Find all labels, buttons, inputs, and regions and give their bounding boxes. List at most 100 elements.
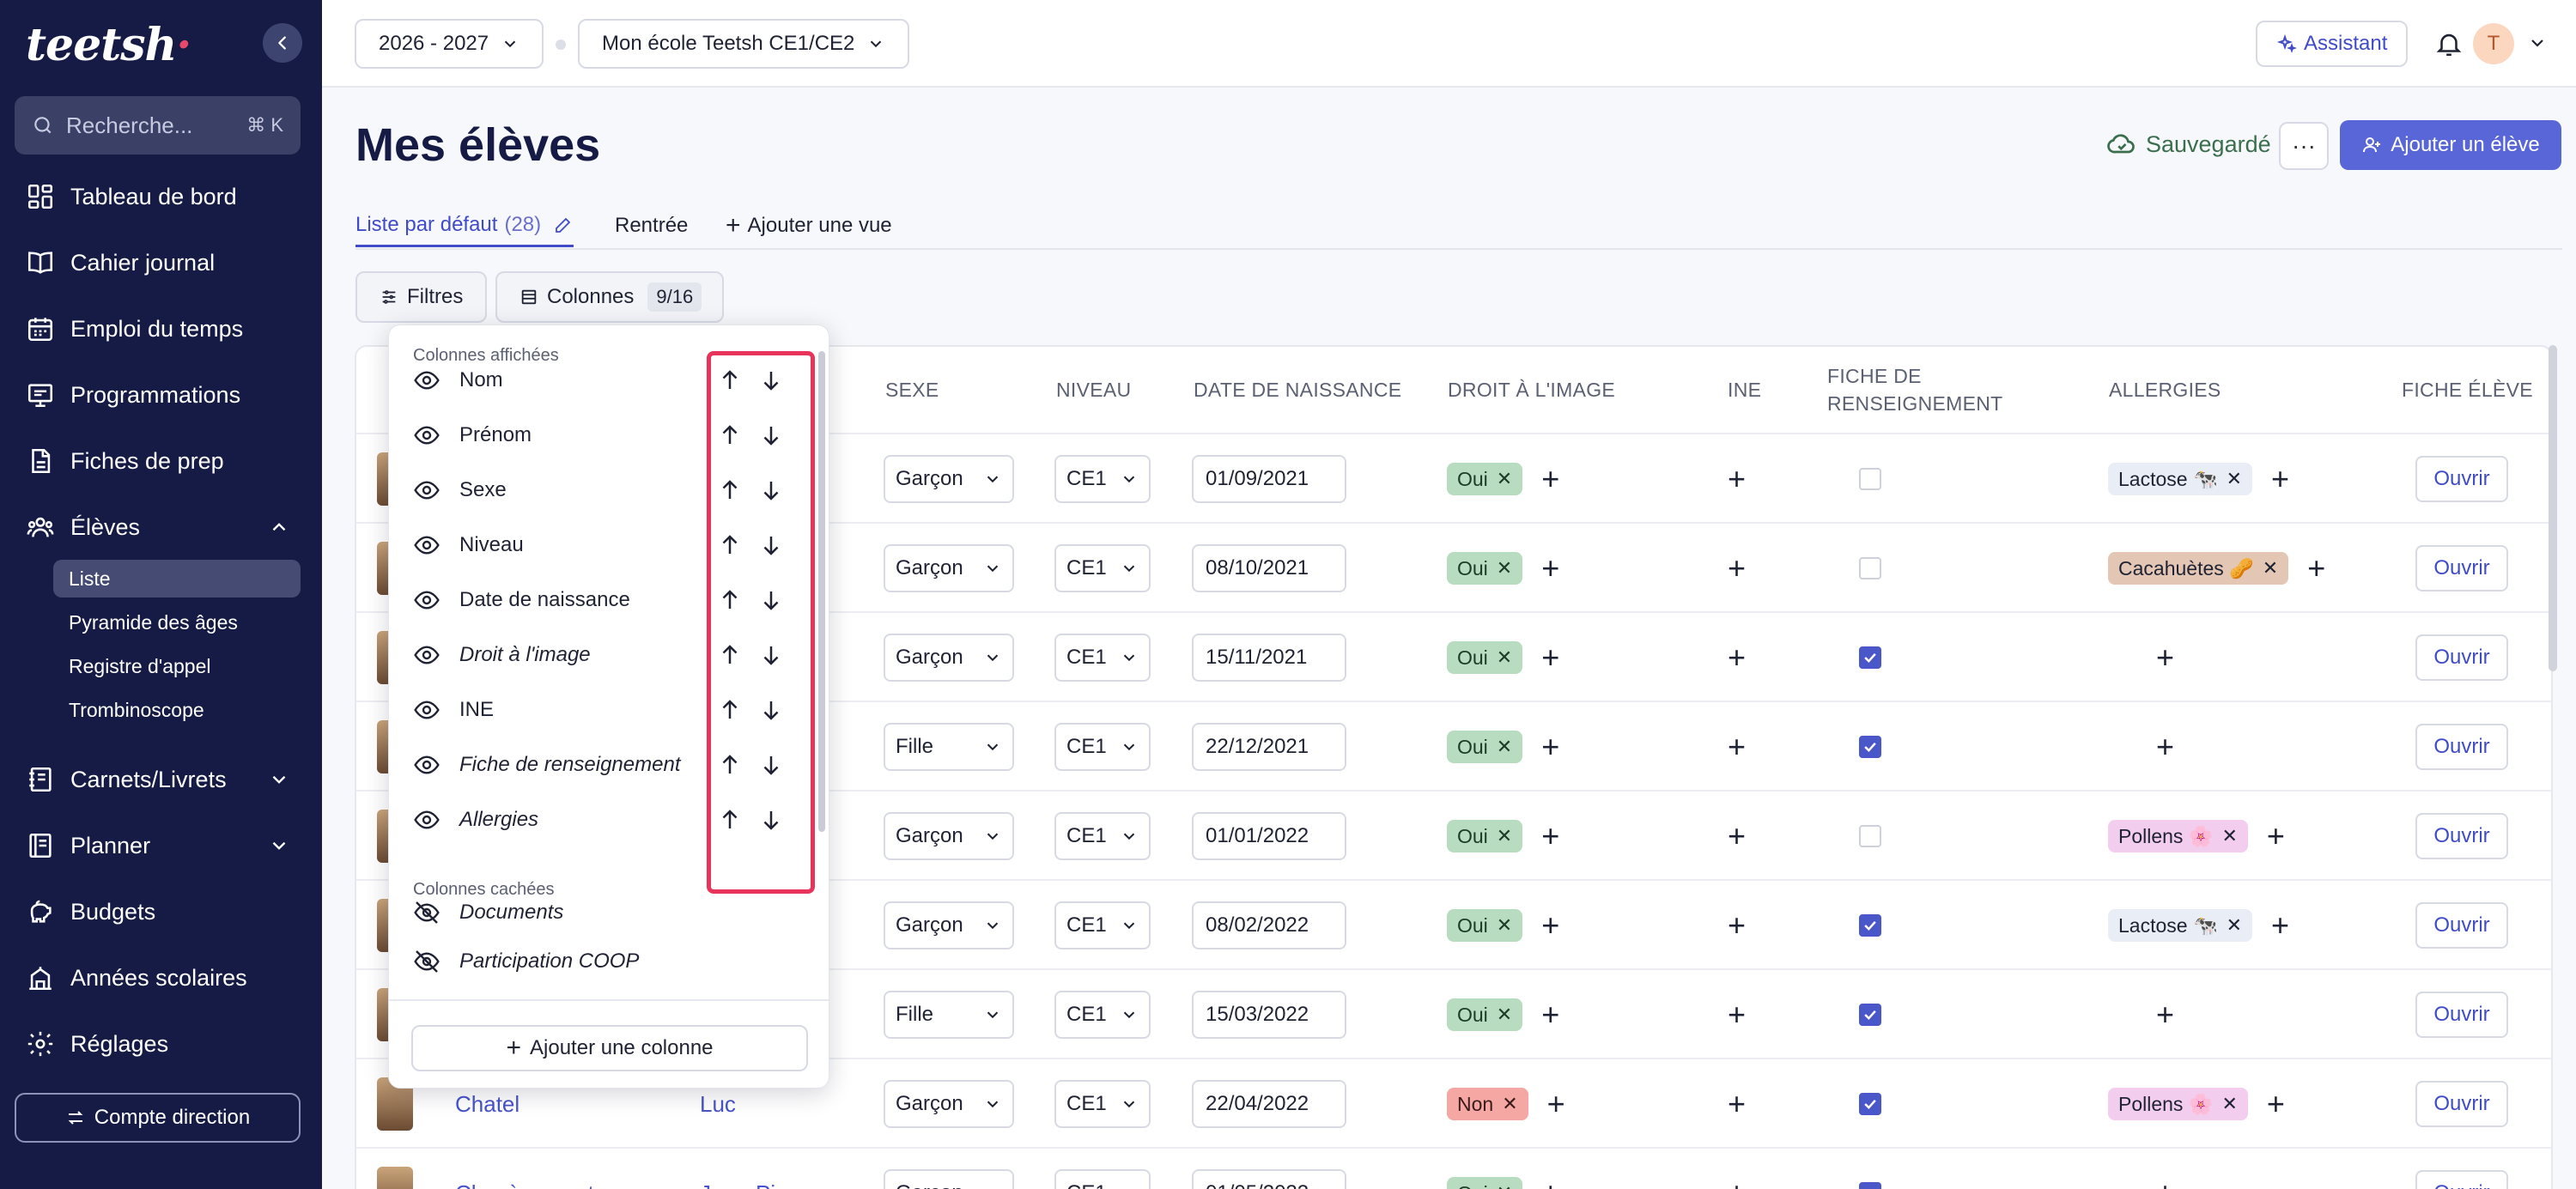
- add-allergy-icon[interactable]: +: [2156, 999, 2174, 1030]
- sidebar-item-fiches-de-prep[interactable]: Fiches de prep: [26, 440, 301, 482]
- birthdate-input[interactable]: 22/04/2022: [1192, 1080, 1346, 1128]
- header-allergies[interactable]: ALLERGIES: [2109, 347, 2221, 433]
- header-sexe[interactable]: SEXE: [885, 347, 939, 433]
- birthdate-input[interactable]: 01/09/2021: [1192, 455, 1346, 503]
- add-ine-icon[interactable]: +: [1728, 1089, 1746, 1119]
- open-student-button[interactable]: Ouvrir: [2415, 1170, 2508, 1189]
- school-select[interactable]: Mon école Teetsh CE1/CE2: [578, 19, 910, 69]
- allergy-chip[interactable]: Pollens 🌸 ✕: [2108, 1088, 2248, 1120]
- add-column-button[interactable]: + Ajouter une colonne: [411, 1025, 808, 1071]
- niveau-select[interactable]: CE1: [1054, 812, 1151, 860]
- remove-icon[interactable]: ✕: [2221, 1093, 2237, 1115]
- niveau-select[interactable]: CE1: [1054, 723, 1151, 771]
- table-scrollbar[interactable]: [2549, 345, 2557, 671]
- open-student-button[interactable]: Ouvrir: [2415, 456, 2508, 502]
- remove-icon[interactable]: ✕: [2227, 914, 2242, 937]
- add-ine-icon[interactable]: +: [1728, 731, 1746, 762]
- birthdate-input[interactable]: 01/01/2022: [1192, 812, 1346, 860]
- remove-icon[interactable]: ✕: [2221, 825, 2237, 847]
- add-image-right-icon[interactable]: +: [1541, 731, 1559, 762]
- remove-icon[interactable]: ✕: [1497, 1182, 1512, 1189]
- sexe-select[interactable]: Garçon: [884, 1169, 1014, 1189]
- sexe-select[interactable]: Garçon: [884, 544, 1014, 592]
- birthdate-input[interactable]: 08/02/2022: [1192, 901, 1346, 949]
- sexe-select[interactable]: Garçon: [884, 812, 1014, 860]
- add-allergy-icon[interactable]: +: [2156, 642, 2174, 673]
- remove-icon[interactable]: ✕: [1497, 468, 1512, 490]
- add-image-right-icon[interactable]: +: [1541, 553, 1559, 584]
- fiche-checkbox[interactable]: [1859, 557, 1881, 579]
- niveau-select[interactable]: CE1: [1054, 1169, 1151, 1189]
- sidebar-item-carnets-livrets[interactable]: Carnets/Livrets: [26, 759, 301, 800]
- add-image-right-icon[interactable]: +: [1541, 1178, 1559, 1189]
- sidebar-item-eleves[interactable]: Élèves: [26, 507, 301, 548]
- chevron-down-icon[interactable]: [2527, 33, 2548, 53]
- open-student-button[interactable]: Ouvrir: [2415, 902, 2508, 949]
- columns-button[interactable]: Colonnes 9/16: [495, 271, 725, 323]
- remove-icon[interactable]: ✕: [2263, 557, 2278, 579]
- open-student-button[interactable]: Ouvrir: [2415, 724, 2508, 770]
- allergy-chip[interactable]: Lactose 🐄 ✕: [2108, 909, 2253, 942]
- hidden-column-documents[interactable]: Documents: [413, 895, 791, 930]
- niveau-select[interactable]: CE1: [1054, 991, 1151, 1039]
- remove-icon[interactable]: ✕: [2227, 468, 2242, 490]
- student-first-name[interactable]: Luc: [700, 1091, 736, 1118]
- sidebar-item-annees-scolaires[interactable]: Années scolaires: [26, 957, 301, 998]
- image-rights-chip[interactable]: Oui ✕: [1447, 909, 1523, 942]
- pencil-icon[interactable]: [553, 215, 574, 235]
- fiche-checkbox[interactable]: [1859, 646, 1881, 669]
- hidden-column-participation-coop[interactable]: Participation COOP: [413, 944, 791, 979]
- sidebar-subitem-pyramide[interactable]: Pyramide des âges: [53, 604, 301, 641]
- birthdate-input[interactable]: 22/12/2021: [1192, 723, 1346, 771]
- eye-icon[interactable]: [413, 531, 440, 559]
- open-student-button[interactable]: Ouvrir: [2415, 992, 2508, 1038]
- allergy-chip[interactable]: Cacahuètes 🥜 ✕: [2108, 552, 2289, 585]
- assistant-button[interactable]: Assistant: [2256, 21, 2409, 67]
- sidebar-item-tableau-de-bord[interactable]: Tableau de bord: [26, 176, 301, 217]
- add-allergy-icon[interactable]: +: [2267, 821, 2285, 852]
- fiche-checkbox[interactable]: [1859, 1004, 1881, 1026]
- sidebar-subitem-liste[interactable]: Liste: [53, 560, 301, 598]
- avatar[interactable]: T: [2473, 23, 2514, 64]
- student-first-name[interactable]: Jean-Pierre: [700, 1180, 815, 1189]
- image-rights-chip[interactable]: Oui ✕: [1447, 641, 1523, 674]
- tab-add-view[interactable]: + Ajouter une vue: [726, 204, 892, 247]
- header-fiche-eleve[interactable]: FICHE ÉLÈVE: [2402, 347, 2533, 433]
- image-rights-chip[interactable]: Oui ✕: [1447, 463, 1523, 495]
- image-rights-chip[interactable]: Oui ✕: [1447, 731, 1523, 763]
- remove-icon[interactable]: ✕: [1497, 557, 1512, 579]
- add-ine-icon[interactable]: +: [1728, 910, 1746, 941]
- allergy-chip[interactable]: Pollens 🌸 ✕: [2108, 820, 2248, 852]
- open-student-button[interactable]: Ouvrir: [2415, 813, 2508, 859]
- add-ine-icon[interactable]: +: [1728, 553, 1746, 584]
- eye-icon[interactable]: [413, 751, 440, 779]
- eye-off-icon[interactable]: [413, 948, 440, 975]
- niveau-select[interactable]: CE1: [1054, 634, 1151, 682]
- header-fiche-renseignement[interactable]: FICHE DE RENSEIGNEMENT: [1827, 347, 2003, 433]
- popover-scrollbar[interactable]: [818, 351, 825, 832]
- add-ine-icon[interactable]: +: [1728, 464, 1746, 494]
- niveau-select[interactable]: CE1: [1054, 901, 1151, 949]
- image-rights-chip[interactable]: Oui ✕: [1447, 552, 1523, 585]
- tab-rentree[interactable]: Rentrée: [615, 204, 688, 247]
- add-allergy-icon[interactable]: +: [2267, 1089, 2285, 1119]
- niveau-select[interactable]: CE1: [1054, 1080, 1151, 1128]
- open-student-button[interactable]: Ouvrir: [2415, 634, 2508, 681]
- open-student-button[interactable]: Ouvrir: [2415, 1081, 2508, 1127]
- fiche-checkbox[interactable]: [1859, 825, 1881, 847]
- fiche-checkbox[interactable]: [1859, 468, 1881, 490]
- add-allergy-icon[interactable]: +: [2156, 1178, 2174, 1189]
- add-allergy-icon[interactable]: +: [2307, 553, 2325, 584]
- add-image-right-icon[interactable]: +: [1547, 1089, 1565, 1119]
- add-image-right-icon[interactable]: +: [1541, 464, 1559, 494]
- eye-off-icon[interactable]: [413, 899, 440, 926]
- sidebar-subitem-registre[interactable]: Registre d'appel: [53, 647, 301, 685]
- add-image-right-icon[interactable]: +: [1541, 910, 1559, 941]
- birthdate-input[interactable]: 01/05/2022: [1192, 1169, 1346, 1189]
- birthdate-input[interactable]: 08/10/2021: [1192, 544, 1346, 592]
- remove-icon[interactable]: ✕: [1497, 914, 1512, 937]
- remove-icon[interactable]: ✕: [1497, 1004, 1512, 1026]
- sidebar-item-budgets[interactable]: Budgets: [26, 891, 301, 932]
- eye-icon[interactable]: [413, 367, 440, 394]
- eye-icon[interactable]: [413, 422, 440, 449]
